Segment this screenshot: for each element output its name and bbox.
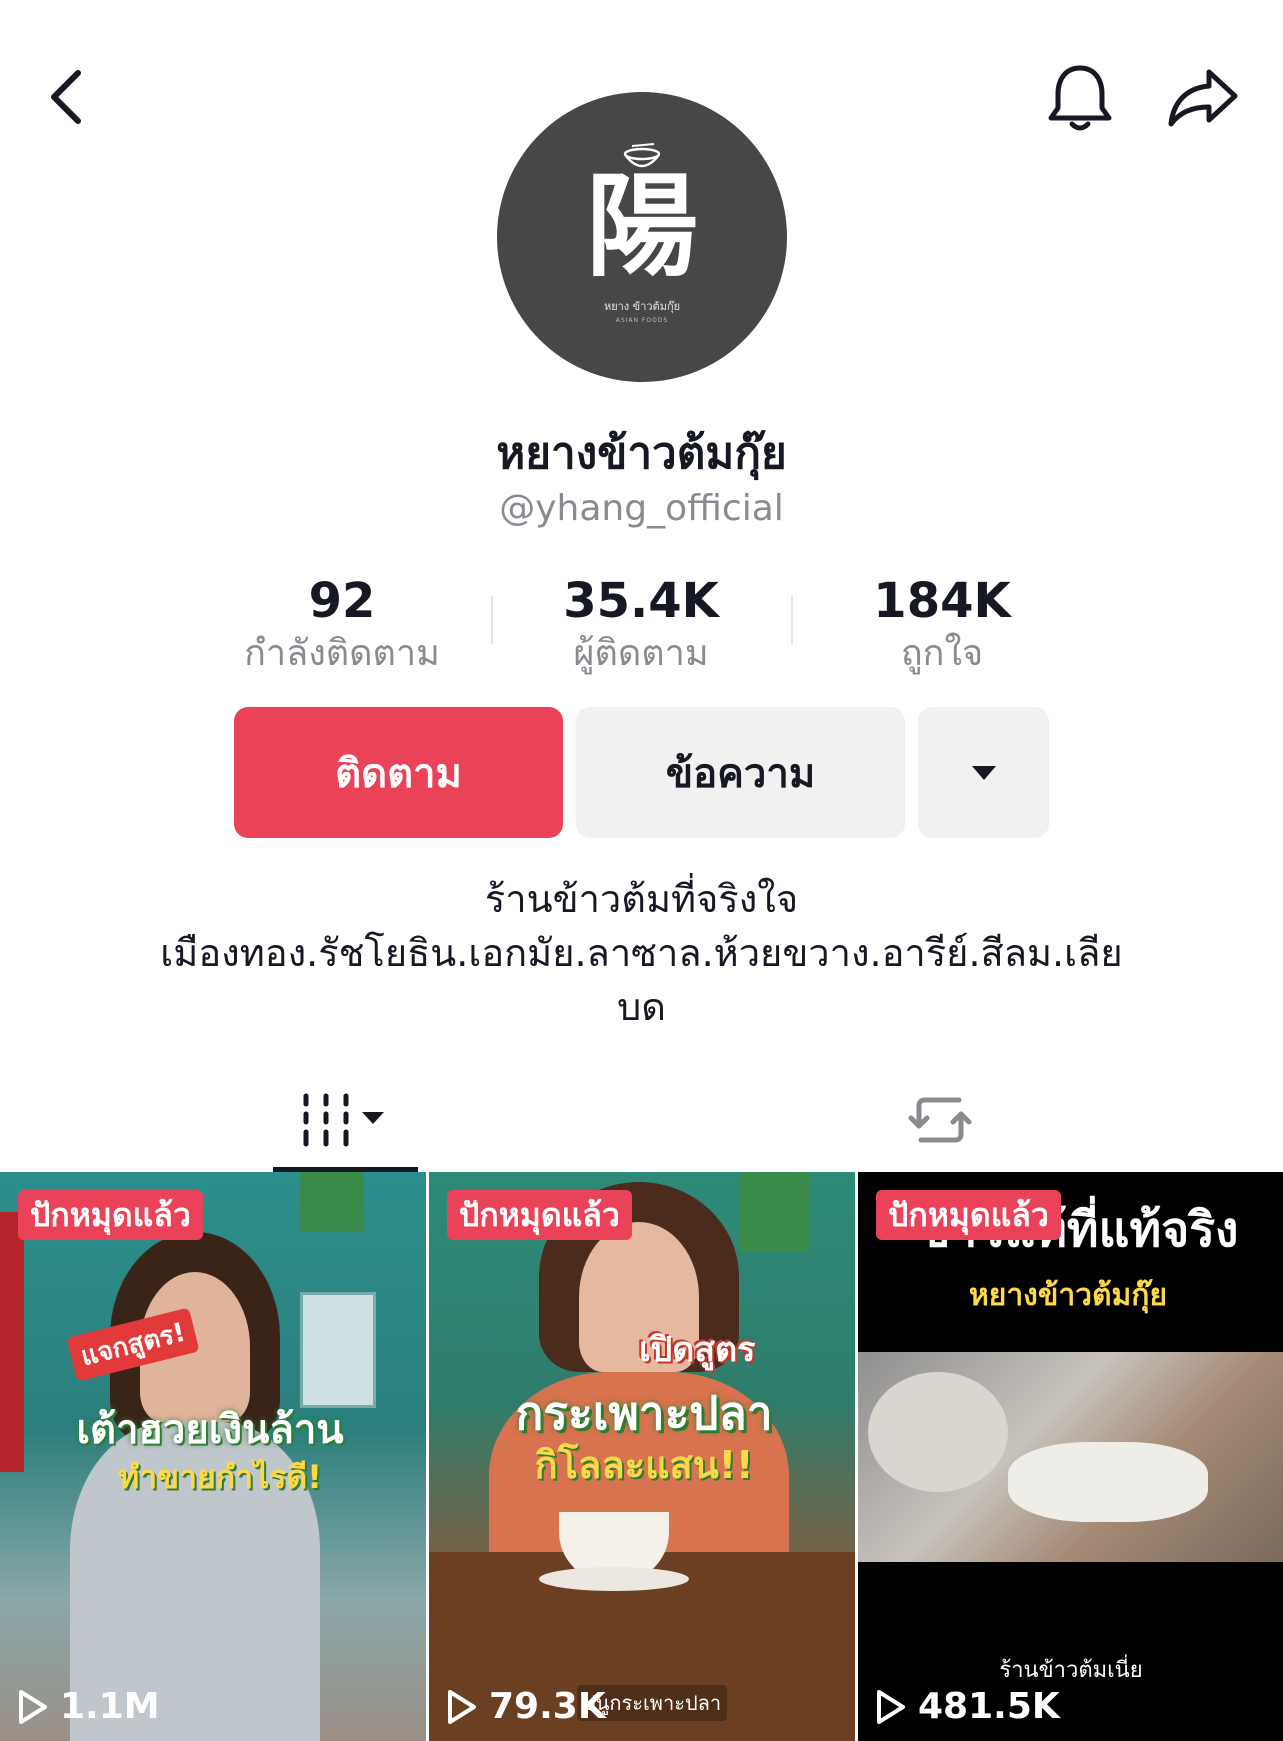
brand-badge	[739, 1172, 809, 1252]
back-button[interactable]	[36, 62, 96, 132]
video-thumbnail[interactable]: ปักหมุดแล้ว แจกสูตร! เต้าฮวยเงินล้าน ทำข…	[0, 1172, 426, 1741]
grid-videos-icon	[303, 1093, 384, 1147]
stat-value: 184K	[873, 573, 1011, 629]
red-curtain	[0, 1212, 24, 1472]
view-count-value: 481.5K	[918, 1686, 1060, 1727]
stat-value: 35.4K	[563, 573, 719, 629]
overlay-sub-text: หยางข้าวต้มกุ๊ย	[968, 1278, 1168, 1313]
pinned-badge: ปักหมุดแล้ว	[876, 1190, 1061, 1240]
pinned-badge: ปักหมุดแล้ว	[447, 1190, 632, 1240]
rice-bowl	[868, 1372, 1008, 1492]
rice-grains	[1008, 1442, 1208, 1522]
view-count: 79.3K	[447, 1686, 606, 1727]
share-arrow-icon	[1168, 69, 1238, 127]
noodle-bowl-icon	[623, 143, 661, 168]
play-icon	[448, 1689, 476, 1724]
view-count-value: 79.3K	[489, 1686, 606, 1727]
view-count-value: 1.1M	[60, 1686, 160, 1727]
repost-icon	[908, 1097, 972, 1143]
play-icon	[19, 1689, 47, 1724]
chevron-left-icon	[51, 70, 81, 124]
bio-line: ร้านข้าวต้มที่จริงใจ	[484, 877, 799, 921]
stat-label: ผู้ติดตาม	[573, 633, 709, 674]
avatar-logo-caption-2: ASIAN FOODS	[615, 316, 669, 324]
view-count: 481.5K	[876, 1686, 1060, 1727]
overlay-small-text: เปิดสูตร	[639, 1330, 756, 1370]
video-thumbnail[interactable]: ข้าวแท้ที่แท้จริง หยางข้าวต้มกุ๊ย ปักหมุ…	[858, 1172, 1283, 1741]
message-button[interactable]: ข้อความ	[576, 707, 905, 838]
display-name: หยางข้าวต้มกุ๊ย	[496, 428, 787, 479]
caret-down-icon	[971, 765, 996, 780]
tab-reposts[interactable]	[880, 1070, 1000, 1170]
view-count: 1.1M	[18, 1686, 160, 1727]
share-button[interactable]	[1158, 58, 1248, 138]
overlay-sub-text: กิโลละแสน!!	[534, 1443, 754, 1487]
follow-button[interactable]: ติดตาม	[234, 707, 563, 838]
bell-icon	[1048, 65, 1112, 131]
avatar[interactable]: 陽 หยาง ข้าวต้มกุ๊ย ASIAN FOODS	[497, 92, 787, 382]
notification-button[interactable]	[1040, 58, 1120, 138]
video-caption: ร้านข้าวต้มเนี่ย	[999, 1658, 1143, 1683]
avatar-logo: 陽	[586, 160, 698, 292]
stat-following[interactable]: 92 กำลังติดตาม	[192, 570, 492, 676]
avatar-logo-caption: หยาง ข้าวต้มกุ๊ย	[603, 299, 681, 313]
overlay-sub-text: ทำขายกำไรดี!	[118, 1458, 322, 1496]
bio-line: บด	[617, 985, 666, 1029]
stat-followers[interactable]: 35.4K ผู้ติดตาม	[491, 570, 791, 676]
username: @yhang_official	[499, 488, 784, 529]
pinned-badge: ปักหมุดแล้ว	[18, 1190, 203, 1240]
stat-value: 92	[308, 573, 376, 629]
bio-line: เมืองทอง.รัชโยธิน.เอกมัย.ลาซาล.ห้วยขวาง.…	[160, 931, 1123, 975]
saucer	[539, 1567, 689, 1591]
stat-likes[interactable]: 184K ถูกใจ	[792, 570, 1092, 676]
tab-videos[interactable]	[273, 1070, 418, 1170]
stat-label: กำลังติดตาม	[244, 633, 440, 674]
video-thumbnail[interactable]: ปักหมุดแล้ว เปิดสูตร กระเพาะปลา กิโลละแส…	[429, 1172, 855, 1741]
brand-badge	[300, 1172, 364, 1232]
play-icon	[877, 1689, 905, 1724]
more-options-button[interactable]	[918, 707, 1049, 838]
wall-poster	[300, 1292, 376, 1408]
stat-label: ถูกใจ	[900, 633, 984, 674]
